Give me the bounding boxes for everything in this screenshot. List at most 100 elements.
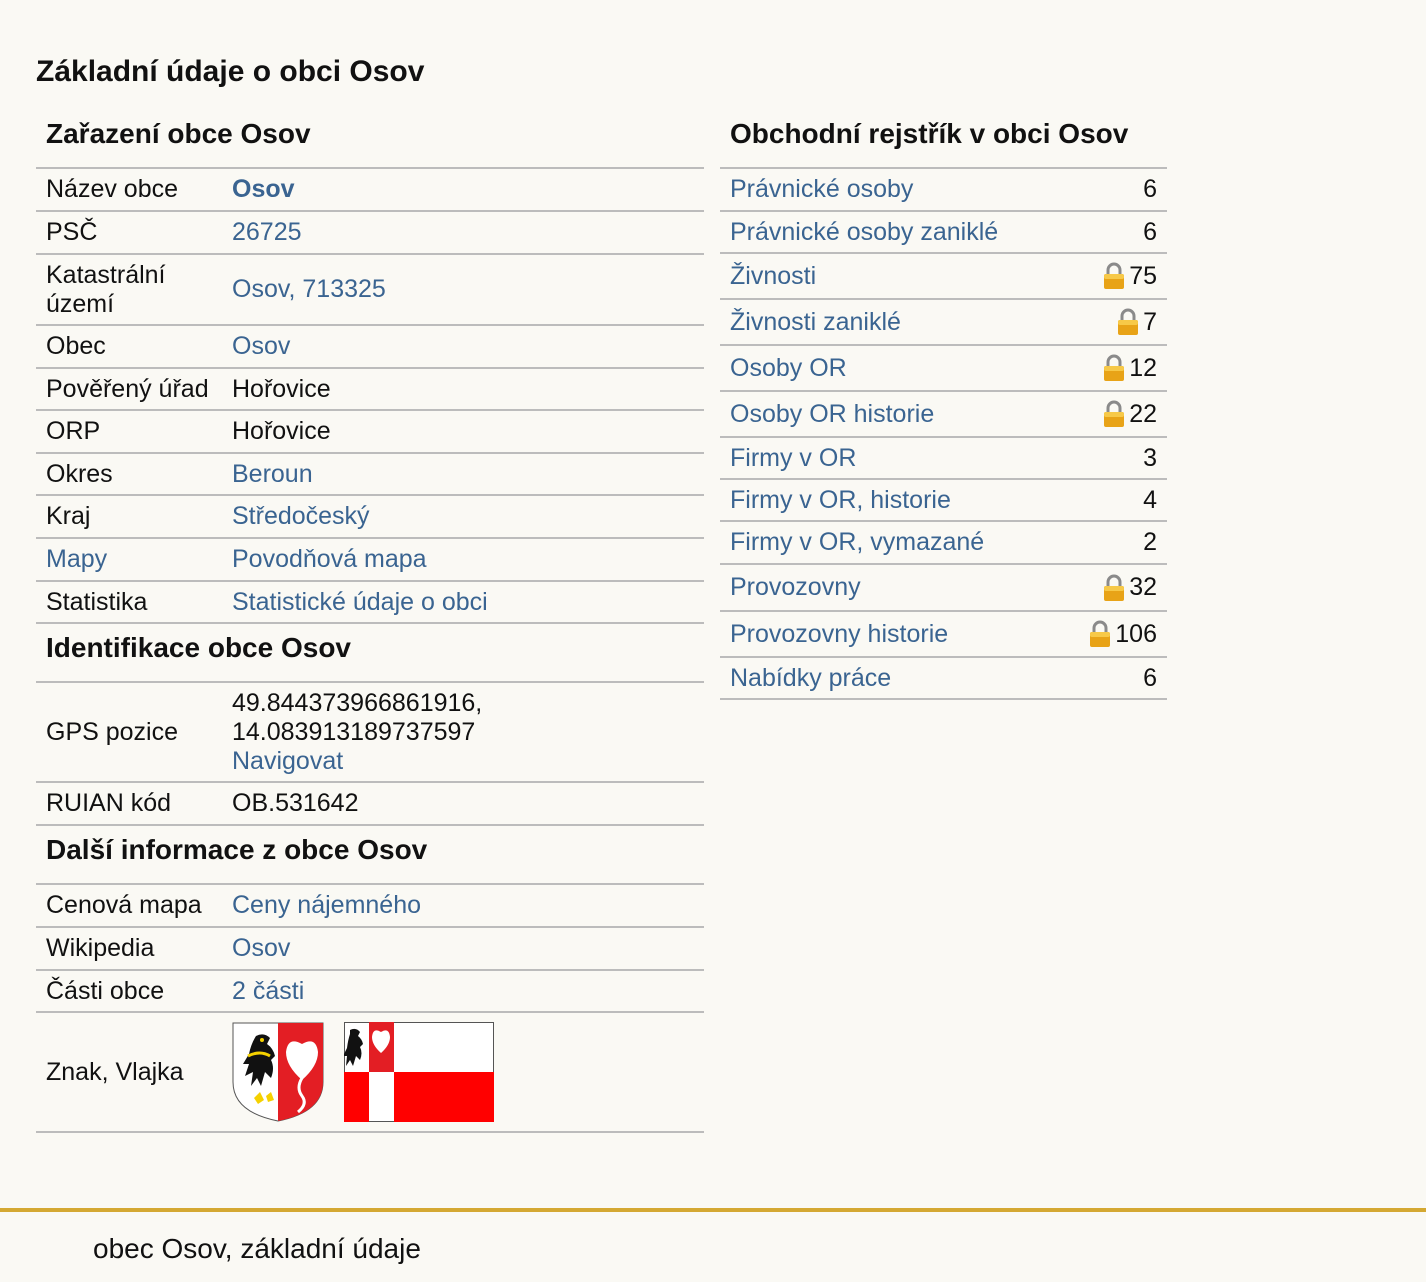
rejstrik-row: Provozovny historie 106	[720, 612, 1167, 658]
row-label: Kraj	[46, 502, 91, 530]
row-povereny-urad: Pověřený úřad Hořovice	[36, 369, 704, 411]
rejstrik-link[interactable]: Firmy v OR, historie	[730, 486, 951, 515]
link-casti-obce[interactable]: 2 části	[232, 977, 704, 1006]
row-casti-obce: Části obce 2 části	[36, 971, 704, 1013]
rejstrik-count-cell: 6	[1143, 218, 1157, 247]
rejstrik-count-cell: 6	[1143, 664, 1157, 693]
rejstrik-list: Právnické osoby 6 Právnické osoby zaniklé 6…	[720, 169, 1167, 700]
row-znak-vlajka: Znak, Vlajka	[36, 1013, 704, 1133]
row-label: Obec	[46, 332, 106, 360]
gps-value: 49.844373966861916, 14.083913189737597 N…	[232, 689, 704, 776]
rejstrik-link[interactable]: Živnosti zaniklé	[730, 308, 901, 337]
link-psc[interactable]: 26725	[232, 218, 704, 247]
value-ruian-kod: OB.531642	[232, 789, 359, 817]
rejstrik-count: 4	[1143, 485, 1157, 514]
rejstrik-count: 106	[1115, 619, 1157, 648]
rejstrik-link[interactable]: Právnické osoby	[730, 175, 913, 204]
link-povodnova-mapa[interactable]: Povodňová mapa	[232, 545, 704, 574]
row-cenova-mapa: Cenová mapa Ceny nájemného	[36, 885, 704, 928]
lock-icon	[1104, 354, 1125, 381]
row-orp: ORP Hořovice	[36, 411, 704, 454]
rejstrik-row: Nabídky práce 6	[720, 658, 1167, 700]
rejstrik-link[interactable]: Nabídky práce	[730, 664, 891, 693]
gps-latitude: 49.844373966861916,	[232, 688, 483, 717]
rejstrik-count-cell: 2	[1143, 528, 1157, 557]
rejstrik-row: Osoby OR 12	[720, 346, 1167, 392]
row-katastralni-uzemi: Katastrální území Osov, 713325	[36, 255, 704, 326]
row-label: Statistika	[46, 587, 148, 616]
rejstrik-row: Osoby OR historie 22	[720, 392, 1167, 438]
row-obec: Obec Osov	[36, 326, 704, 369]
row-label: Katastrální území	[46, 260, 166, 318]
section-title-dalsi: Další informace z obce Osov	[36, 826, 704, 885]
row-label: Okres	[46, 459, 113, 488]
rejstrik-row: Firmy v OR, historie 4	[720, 480, 1167, 522]
navigovat-link[interactable]: Navigovat	[232, 747, 343, 775]
row-label: RUIAN kód	[46, 789, 172, 817]
rejstrik-link[interactable]: Provozovny	[730, 573, 861, 602]
row-nazev-obce: Název obce Osov	[36, 169, 704, 212]
row-kraj: Kraj Středočeský	[36, 496, 704, 539]
rejstrik-count-cell: 3	[1143, 444, 1157, 473]
link-statisticke-udaje[interactable]: Statistické údaje o obci	[232, 588, 704, 617]
left-column: Zařazení obce Osov Název obce Osov PSČ 2…	[36, 110, 704, 1133]
row-psc: PSČ 26725	[36, 212, 704, 255]
section-title-zarazeni: Zařazení obce Osov	[36, 110, 704, 169]
value-povereny-urad: Hořovice	[232, 374, 331, 403]
coat-of-arms-image[interactable]	[232, 1022, 324, 1122]
rejstrik-count-cell: 4	[1143, 486, 1157, 515]
link-wikipedia[interactable]: Osov	[232, 934, 704, 963]
lock-icon	[1104, 400, 1125, 427]
emblems	[232, 1022, 704, 1122]
value-orp: Hořovice	[232, 417, 331, 445]
row-label: Pověřený úřad	[46, 374, 209, 403]
rejstrik-row: Právnické osoby 6	[720, 169, 1167, 212]
rejstrik-link[interactable]: Osoby OR	[730, 354, 847, 383]
row-statistika: Statistika Statistické údaje o obci	[36, 582, 704, 624]
link-mapy[interactable]: Mapy	[36, 545, 232, 574]
rejstrik-link[interactable]: Provozovny historie	[730, 620, 948, 649]
rejstrik-count-cell: 75	[1103, 262, 1157, 291]
rejstrik-row: Firmy v OR 3	[720, 438, 1167, 480]
footer-divider	[0, 1208, 1426, 1212]
link-ceny-najemneho[interactable]: Ceny nájemného	[232, 891, 704, 920]
rejstrik-count: 3	[1143, 443, 1157, 472]
footer-text: obec Osov, základní údaje	[93, 1233, 421, 1264]
rejstrik-count: 22	[1129, 399, 1157, 428]
link-obec[interactable]: Osov	[232, 332, 704, 361]
page-title: Základní údaje o obci Osov	[36, 55, 425, 88]
rejstrik-link[interactable]: Firmy v OR	[730, 444, 856, 473]
rejstrik-count-cell: 32	[1103, 573, 1157, 602]
row-ruian-kod: RUIAN kód OB.531642	[36, 783, 704, 826]
link-nazev-obce[interactable]: Osov	[232, 175, 704, 204]
flag-image[interactable]	[344, 1022, 494, 1122]
lock-icon	[1118, 308, 1139, 335]
rejstrik-link[interactable]: Firmy v OR, vymazané	[730, 528, 984, 557]
rejstrik-link[interactable]: Živnosti	[730, 262, 816, 291]
row-wikipedia: Wikipedia Osov	[36, 928, 704, 971]
row-label: Části obce	[46, 976, 165, 1005]
gps-longitude: 14.083913189737597	[232, 717, 476, 746]
rejstrik-count: 7	[1143, 307, 1157, 336]
link-okres[interactable]: Beroun	[232, 460, 704, 489]
rejstrik-link[interactable]: Osoby OR historie	[730, 400, 934, 429]
rejstrik-link[interactable]: Právnické osoby zaniklé	[730, 218, 998, 247]
rejstrik-row: Živnosti 75	[720, 254, 1167, 300]
row-label: ORP	[46, 417, 101, 445]
rejstrik-count-cell: 12	[1103, 354, 1157, 383]
rejstrik-count: 2	[1143, 528, 1157, 556]
right-column: Obchodní rejstřík v obci Osov Právnické …	[720, 110, 1167, 700]
rejstrik-count: 6	[1143, 663, 1157, 692]
rejstrik-count-cell: 7	[1117, 308, 1157, 337]
link-kraj[interactable]: Středočeský	[232, 502, 704, 531]
rejstrik-row: Právnické osoby zaniklé 6	[720, 212, 1167, 254]
rejstrik-row: Živnosti zaniklé 7	[720, 300, 1167, 346]
rejstrik-row: Firmy v OR, vymazané 2	[720, 522, 1167, 565]
rejstrik-count: 12	[1129, 353, 1157, 382]
row-label: Název obce	[46, 175, 179, 203]
row-label: Cenová mapa	[46, 891, 202, 919]
row-label: Wikipedia	[46, 934, 155, 962]
row-okres: Okres Beroun	[36, 454, 704, 496]
link-katastralni-uzemi[interactable]: Osov, 713325	[232, 275, 704, 304]
row-label: PSČ	[46, 218, 98, 246]
